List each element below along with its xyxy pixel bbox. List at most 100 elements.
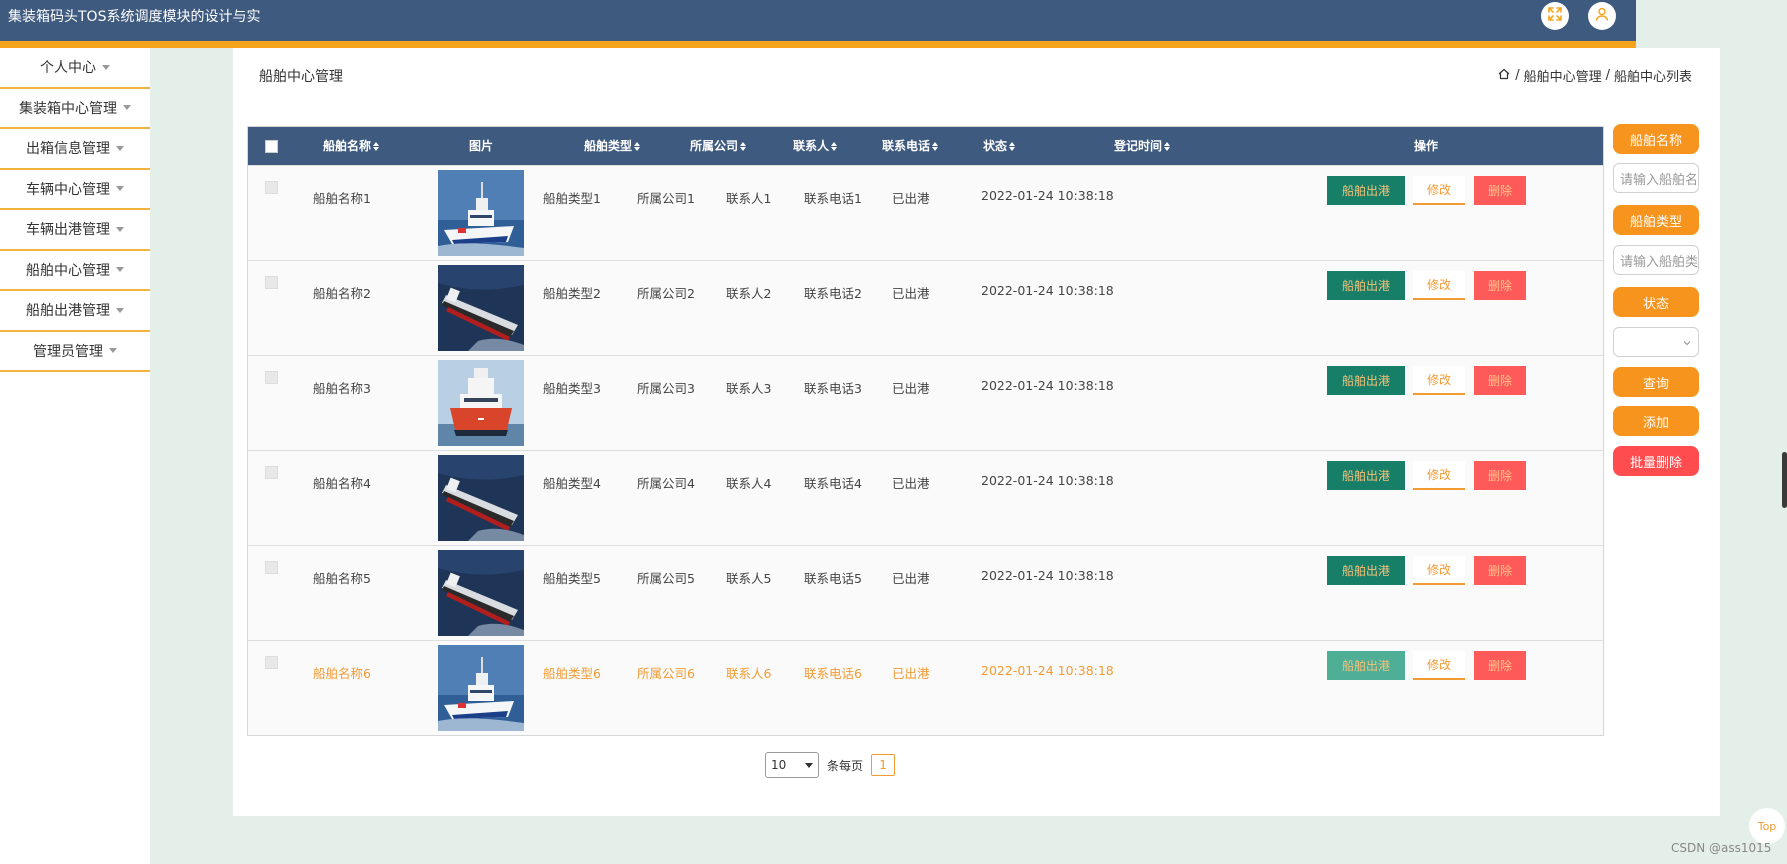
edit-button[interactable]: 修改 [1413, 461, 1465, 490]
cell-contact: 联系人3 [726, 381, 772, 396]
edit-button[interactable]: 修改 [1413, 366, 1465, 395]
col-header-type[interactable]: 船舶类型 [584, 127, 641, 165]
page-number-button[interactable]: 1 [871, 754, 896, 776]
table-row[interactable]: 船舶名称2 船舶类型2 所属公司2 联系人2 联系电话2 已出港 2022-01-24 10… [248, 260, 1603, 355]
cell-contact: 联系人6 [726, 666, 772, 681]
col-header-contact[interactable]: 联系人 [793, 127, 838, 165]
expand-icon [1547, 6, 1563, 26]
cell-type: 船舶类型5 [543, 571, 601, 586]
sidebar-item-outbound-box[interactable]: 出箱信息管理 [0, 129, 150, 170]
col-header-company[interactable]: 所属公司 [690, 127, 747, 165]
edit-button[interactable]: 修改 [1413, 271, 1465, 300]
sidebar-item-ship-departure[interactable]: 船舶出港管理 [0, 291, 150, 332]
page-size-select[interactable]: 10 [765, 752, 819, 778]
select-all-checkbox[interactable] [265, 139, 278, 153]
delete-button[interactable]: 删除 [1474, 366, 1526, 395]
ship-image[interactable] [438, 455, 524, 541]
cell-name: 船舶名称5 [313, 571, 371, 586]
delete-button[interactable]: 删除 [1474, 461, 1526, 490]
cell-status: 已出港 [892, 476, 930, 491]
row-checkbox[interactable] [265, 561, 278, 574]
search-button[interactable]: 查询 [1613, 367, 1699, 397]
page-title: 船舶中心管理 [259, 69, 343, 85]
sort-icon [831, 141, 838, 151]
sidebar-item-container-center[interactable]: 集装箱中心管理 [0, 89, 150, 129]
cell-time: 2022-01-24 10:38:18 [981, 283, 1114, 298]
row-checkbox[interactable] [265, 181, 278, 194]
edit-button[interactable]: 修改 [1413, 556, 1465, 585]
row-checkbox[interactable] [265, 466, 278, 479]
delete-button[interactable]: 删除 [1474, 176, 1526, 205]
depart-button[interactable]: 船舶出港 [1327, 366, 1405, 395]
row-checkbox[interactable] [265, 656, 278, 669]
cell-name: 船舶名称3 [313, 381, 371, 396]
cell-status: 已出港 [892, 571, 930, 586]
ship-image[interactable] [438, 265, 524, 351]
per-page-label: 条每页 [827, 758, 864, 773]
table-header: 船舶名称 图片 船舶类型 所属公司 联系人 联系电话 状态 登记时间 操作 [248, 127, 1603, 165]
sort-icon [1164, 141, 1171, 151]
cell-company: 所属公司5 [637, 571, 695, 586]
sidebar-item-vehicle-departure[interactable]: 车辆出港管理 [0, 210, 150, 251]
cell-type: 船舶类型6 [543, 666, 601, 681]
ship-image[interactable] [438, 170, 524, 256]
cell-contact: 联系人2 [726, 286, 772, 301]
fullscreen-button[interactable] [1541, 2, 1569, 30]
scrollbar-thumb[interactable] [1782, 452, 1787, 508]
delete-button[interactable]: 删除 [1474, 651, 1526, 680]
cell-type: 船舶类型2 [543, 286, 601, 301]
ship-name-input[interactable]: 请输入船舶名称 [1613, 163, 1699, 193]
breadcrumb-item[interactable]: 船舶中心管理 [1524, 66, 1602, 85]
cell-type: 船舶类型4 [543, 476, 601, 491]
table-body: 船舶名称1 船舶类型1 所属公司1 联系人1 联系电话1 已出港 2022-01-24 10… [248, 165, 1603, 735]
depart-button[interactable]: 船舶出港 [1327, 461, 1405, 490]
app-title: 集装箱码头TOS系统调度模块的设计与实 [8, 9, 261, 25]
col-header-time[interactable]: 登记时间 [1114, 127, 1171, 165]
cell-company: 所属公司3 [637, 381, 695, 396]
user-button[interactable] [1588, 2, 1616, 30]
col-header-status[interactable]: 状态 [983, 127, 1016, 165]
sidebar-item-personal-center[interactable]: 个人中心 [0, 48, 150, 89]
sidebar-item-admin[interactable]: 管理员管理 [0, 332, 150, 372]
depart-button[interactable]: 船舶出港 [1327, 556, 1405, 585]
table-row[interactable]: 船舶名称3 船舶类型3 所属公司3 联系人3 联系电话3 已出港 2022-01-24 10… [248, 355, 1603, 450]
col-header-phone[interactable]: 联系电话 [882, 127, 939, 165]
user-icon [1594, 6, 1610, 26]
ship-image[interactable] [438, 360, 524, 446]
back-to-top-button[interactable]: Top [1749, 808, 1785, 844]
status-select[interactable] [1613, 327, 1699, 357]
cell-status: 已出港 [892, 381, 930, 396]
table-row[interactable]: 船舶名称1 船舶类型1 所属公司1 联系人1 联系电话1 已出港 2022-01-24 10… [248, 165, 1603, 260]
cell-type: 船舶类型3 [543, 381, 601, 396]
ship-image[interactable] [438, 550, 524, 636]
chevron-down-icon [116, 186, 124, 192]
depart-button[interactable]: 船舶出港 [1327, 176, 1405, 205]
depart-button[interactable]: 船舶出港 [1327, 651, 1405, 680]
home-icon[interactable] [1497, 67, 1511, 85]
table-row[interactable]: 船舶名称6 船舶类型6 所属公司6 联系人6 联系电话6 已出港 2022-01-24 10… [248, 640, 1603, 735]
watermark: CSDN @ass1015 [1671, 841, 1772, 855]
sidebar: 个人中心 集装箱中心管理 出箱信息管理 车辆中心管理 车辆出港管理 船舶中心管理… [0, 48, 150, 864]
col-header-name[interactable]: 船舶名称 [323, 127, 380, 165]
cell-company: 所属公司1 [637, 191, 695, 206]
table-row[interactable]: 船舶名称5 船舶类型5 所属公司5 联系人5 联系电话5 已出港 2022-01-24 10… [248, 545, 1603, 640]
sort-icon [740, 141, 747, 151]
delete-button[interactable]: 删除 [1474, 271, 1526, 300]
row-checkbox[interactable] [265, 276, 278, 289]
sidebar-item-ship-center[interactable]: 船舶中心管理 [0, 251, 150, 291]
row-checkbox[interactable] [265, 371, 278, 384]
chevron-down-icon [805, 762, 813, 768]
cell-name: 船舶名称1 [313, 191, 371, 206]
delete-button[interactable]: 删除 [1474, 556, 1526, 585]
sidebar-item-vehicle-center[interactable]: 车辆中心管理 [0, 170, 150, 210]
add-button[interactable]: 添加 [1613, 406, 1699, 436]
ship-type-input[interactable]: 请输入船舶类型 [1613, 245, 1699, 275]
edit-button[interactable]: 修改 [1413, 651, 1465, 680]
ship-image[interactable] [438, 645, 524, 731]
table-row[interactable]: 船舶名称4 船舶类型4 所属公司4 联系人4 联系电话4 已出港 2022-01-24 10… [248, 450, 1603, 545]
depart-button[interactable]: 船舶出港 [1327, 271, 1405, 300]
cell-contact: 联系人4 [726, 476, 772, 491]
sort-icon [1009, 141, 1016, 151]
edit-button[interactable]: 修改 [1413, 176, 1465, 205]
batch-delete-button[interactable]: 批量删除 [1613, 446, 1699, 476]
